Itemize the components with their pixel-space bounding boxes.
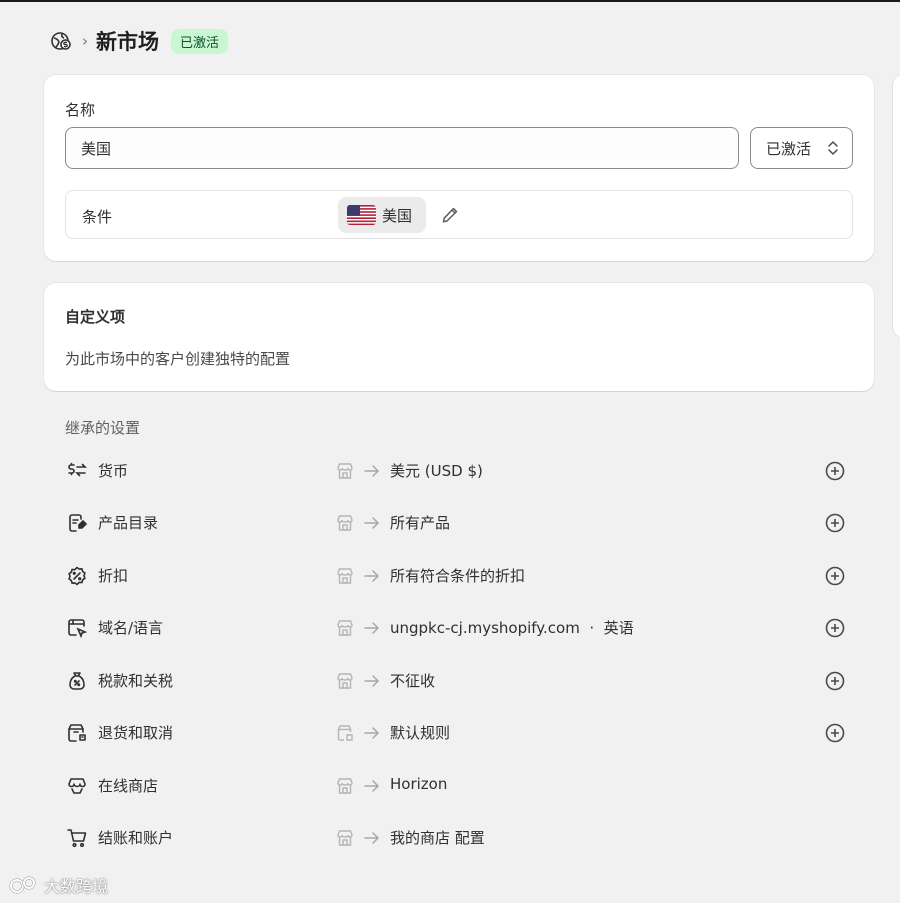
setting-label: 结账和账户: [98, 829, 174, 847]
setting-label: 税款和关税: [98, 672, 174, 690]
country-name: 美国: [382, 206, 413, 225]
setting-value: 不征收: [390, 672, 436, 690]
market-details-card: 名称 已激活 条件: [44, 75, 874, 261]
add-circle-icon[interactable]: [824, 565, 846, 587]
setting-label: 折扣: [98, 567, 129, 585]
store-icon: [335, 671, 355, 691]
setting-row-discount[interactable]: 折扣 所有符合条件的折扣: [44, 550, 874, 602]
setting-label: 域名/语言: [98, 619, 164, 637]
setting-row-tax[interactable]: 税款和关税 不征收: [44, 655, 874, 707]
watermark: 大数跨境: [8, 873, 108, 897]
edit-pencil-icon[interactable]: [440, 205, 460, 229]
online-store-icon: [66, 775, 88, 797]
page-header: › 新市场 已激活: [50, 26, 229, 56]
add-circle-icon[interactable]: [824, 670, 846, 692]
setting-value: 我的商店 配置: [390, 829, 485, 847]
returns-icon: [66, 722, 88, 744]
country-chip[interactable]: 美国: [338, 197, 426, 233]
currency-icon: [66, 460, 88, 482]
top-border: [0, 0, 900, 2]
customizations-description: 为此市场中的客户创建独特的配置: [65, 350, 291, 368]
name-label: 名称: [65, 101, 96, 119]
domain-icon: [66, 617, 88, 639]
setting-row-catalog[interactable]: 产品目录 所有产品: [44, 497, 874, 549]
breadcrumb-chevron-icon: ›: [82, 32, 88, 50]
add-circle-icon[interactable]: [824, 617, 846, 639]
setting-value: 默认规则: [390, 724, 451, 742]
store-icon: [335, 828, 355, 848]
status-select-value: 已激活: [766, 139, 812, 158]
setting-label: 退货和取消: [98, 724, 174, 742]
catalog-icon: [66, 512, 88, 534]
setting-row-checkout[interactable]: 结账和账户 我的商店 配置: [44, 812, 874, 864]
store-icon: [335, 776, 355, 796]
setting-row-domain[interactable]: 域名/语言 ungpkc-cj.myshopify.com · 英语: [44, 602, 874, 654]
market-name-input[interactable]: [65, 127, 739, 169]
cart-icon: [66, 827, 88, 849]
select-updown-icon: [826, 139, 840, 161]
store-icon: [335, 618, 355, 638]
customizations-title: 自定义项: [65, 308, 126, 326]
watermark-text: 大数跨境: [44, 877, 109, 896]
conditions-label: 条件: [82, 208, 113, 226]
arrow-right-icon: [362, 723, 382, 743]
setting-label: 产品目录: [98, 514, 159, 532]
status-select[interactable]: 已激活: [750, 127, 853, 169]
arrow-right-icon: [362, 513, 382, 533]
page-title: 新市场: [96, 30, 159, 54]
side-panel-edge: [893, 75, 900, 337]
arrow-right-icon: [362, 461, 382, 481]
setting-row-currency[interactable]: 货币 美元 (USD $): [44, 445, 874, 497]
arrow-right-icon: [362, 828, 382, 848]
tax-icon: [66, 670, 88, 692]
markets-icon[interactable]: [50, 30, 72, 52]
setting-value: Horizon: [390, 775, 448, 793]
setting-row-returns[interactable]: 退货和取消 默认规则: [44, 707, 874, 759]
arrow-right-icon: [362, 671, 382, 691]
us-flag-icon: [347, 205, 376, 225]
add-circle-icon[interactable]: [824, 722, 846, 744]
setting-value: 所有产品: [390, 514, 451, 532]
add-circle-icon[interactable]: [824, 512, 846, 534]
add-circle-icon[interactable]: [824, 460, 846, 482]
status-badge: 已激活: [171, 28, 229, 54]
store-icon: [335, 566, 355, 586]
setting-label: 在线商店: [98, 777, 159, 795]
setting-value: 所有符合条件的折扣: [390, 567, 526, 585]
setting-row-online-store[interactable]: 在线商店 Horizon: [44, 760, 874, 812]
inherited-settings-title: 继承的设置: [65, 419, 141, 437]
setting-value: 美元 (USD $): [390, 462, 483, 480]
store-icon: [335, 461, 355, 481]
setting-value: ungpkc-cj.myshopify.com · 英语: [390, 619, 634, 637]
setting-label: 货币: [98, 462, 129, 480]
arrow-right-icon: [362, 776, 382, 796]
customizations-card[interactable]: 自定义项 为此市场中的客户创建独特的配置: [44, 283, 874, 391]
arrow-right-icon: [362, 566, 382, 586]
store-icon: [335, 513, 355, 533]
arrow-right-icon: [362, 618, 382, 638]
returns-source-icon: [335, 723, 355, 743]
discount-icon: [66, 565, 88, 587]
conditions-box: 条件 美国: [65, 190, 853, 239]
